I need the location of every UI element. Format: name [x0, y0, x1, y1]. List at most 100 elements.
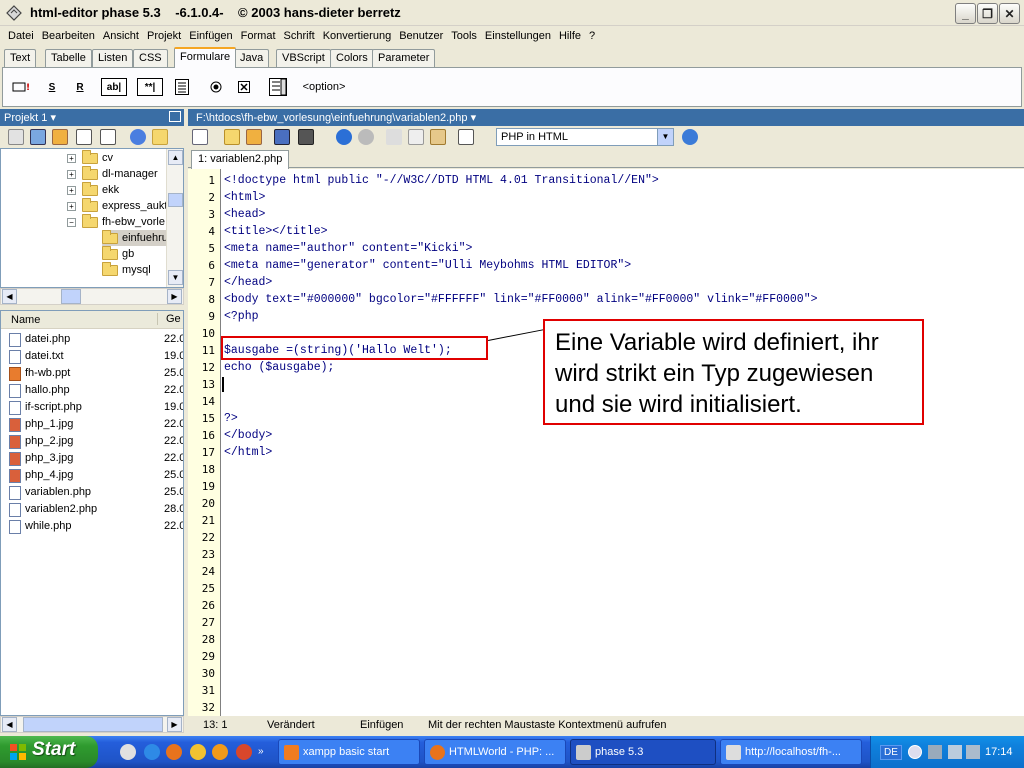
browser-preview-icon[interactable] — [682, 129, 698, 145]
text-field-icon[interactable]: ab| — [101, 78, 127, 96]
paste-icon[interactable] — [430, 129, 446, 145]
undo-icon[interactable] — [336, 129, 352, 145]
file-row[interactable]: variablen2.php 28.0 — [1, 501, 183, 518]
sitemap-icon[interactable] — [8, 129, 24, 145]
image-icon[interactable] — [30, 129, 46, 145]
file-tab-variablen2[interactable]: 1: variablen2.php — [191, 150, 290, 169]
file-row[interactable]: php_3.jpg 22.0 — [1, 450, 183, 467]
tree-item-einfuehrung[interactable]: einfuehru — [102, 229, 168, 246]
scroll-down-icon[interactable]: ▼ — [168, 270, 183, 285]
open-folder-icon[interactable] — [152, 129, 168, 145]
tab-vbscript[interactable]: VBScript — [276, 49, 331, 67]
task-htmlworld[interactable]: HTMLWorld - PHP: ... — [424, 739, 566, 765]
tab-parameter[interactable]: Parameter — [372, 49, 436, 67]
submit-button-icon[interactable]: S — [41, 78, 63, 96]
menu-projekt[interactable]: Projekt — [143, 30, 185, 42]
start-button[interactable]: Start — [0, 736, 98, 768]
tree-item-express-aukt[interactable]: + express_aukt — [67, 197, 167, 214]
cut-icon[interactable] — [386, 129, 402, 145]
tree-item-gb[interactable]: gb — [102, 245, 134, 262]
file-row[interactable]: variablen.php 25.0 — [1, 484, 183, 501]
tray-volume-icon[interactable] — [966, 745, 980, 759]
file-row[interactable]: fh-wb.ppt 25.0 — [1, 365, 183, 382]
properties-icon[interactable] — [76, 129, 92, 145]
tab-listen[interactable]: Listen — [92, 49, 134, 67]
menu-question[interactable]: ? — [585, 30, 599, 42]
save-icon[interactable] — [274, 129, 290, 145]
info-icon[interactable] — [130, 129, 146, 145]
quicklaunch-firefox-icon[interactable] — [166, 744, 182, 760]
collapse-icon[interactable]: − — [67, 217, 76, 227]
password-field-icon[interactable]: **| — [137, 78, 163, 96]
scroll-up-icon[interactable]: ▲ — [168, 150, 183, 165]
tab-text[interactable]: Text — [4, 49, 37, 67]
scroll-right-icon[interactable]: ▶ — [167, 717, 182, 732]
menu-hilfe[interactable]: Hilfe — [555, 30, 585, 42]
validate-icon[interactable] — [458, 129, 474, 145]
panel-pin-icon[interactable] — [169, 111, 181, 122]
select-list-icon[interactable] — [267, 78, 289, 96]
file-row[interactable]: hallo.php 22.0 — [1, 382, 183, 399]
minimize-button[interactable]: _ — [955, 3, 976, 24]
chevron-down-icon[interactable]: ▼ — [657, 129, 673, 145]
scroll-thumb[interactable] — [23, 717, 163, 732]
quicklaunch-pen-icon[interactable] — [190, 744, 206, 760]
open-file-icon[interactable] — [224, 129, 240, 145]
copy-icon[interactable] — [408, 129, 424, 145]
expand-icon[interactable]: + — [67, 185, 76, 195]
task-phase[interactable]: phase 5.3 — [570, 739, 716, 765]
menu-ansicht[interactable]: Ansicht — [99, 30, 143, 42]
tray-security-icon[interactable] — [948, 745, 962, 759]
expand-icon[interactable]: + — [67, 201, 76, 211]
tray-arrow-icon[interactable] — [908, 745, 922, 759]
project-panel-header[interactable]: Projekt 1 ▾ — [0, 109, 184, 126]
form-insert-icon[interactable]: ! — [11, 78, 33, 96]
option-tag-button[interactable]: <option> — [299, 78, 349, 96]
task-xampp[interactable]: xampp basic start — [278, 739, 420, 765]
tree-item-dl-manager[interactable]: + dl-manager — [67, 165, 158, 182]
textarea-icon[interactable] — [173, 78, 191, 96]
tree-item-fh-ebw[interactable]: − fh-ebw_vorle: — [67, 213, 168, 230]
tree-vertical-scrollbar[interactable]: ▲ ▼ — [166, 149, 183, 287]
language-indicator[interactable]: DE — [880, 745, 902, 760]
menu-benutzer[interactable]: Benutzer — [395, 30, 447, 42]
open-recent-icon[interactable] — [246, 129, 262, 145]
menu-einstellungen[interactable]: Einstellungen — [481, 30, 555, 42]
file-path-bar[interactable]: F:\htdocs\fh-ebw_vorlesung\einfuehrung\v… — [188, 109, 1024, 126]
quicklaunch-ie-icon[interactable] — [144, 744, 160, 760]
tree-horizontal-scrollbar[interactable]: ◀ ▶ — [0, 288, 184, 305]
radio-button-icon[interactable] — [207, 78, 225, 96]
file-row[interactable]: php_4.jpg 25.0 — [1, 467, 183, 484]
menu-bearbeiten[interactable]: Bearbeiten — [38, 30, 99, 42]
scroll-thumb[interactable] — [61, 289, 81, 304]
print-icon[interactable] — [298, 129, 314, 145]
tab-tabelle[interactable]: Tabelle — [45, 49, 92, 67]
upload-icon[interactable] — [100, 129, 116, 145]
tree-item-cv[interactable]: + cv — [67, 149, 113, 166]
menu-format[interactable]: Format — [237, 30, 280, 42]
scroll-thumb[interactable] — [168, 193, 183, 207]
file-row[interactable]: php_1.jpg 22.0 — [1, 416, 183, 433]
menu-tools[interactable]: Tools — [447, 30, 481, 42]
redo-icon[interactable] — [358, 129, 374, 145]
column-size[interactable]: Ge — [157, 313, 181, 325]
file-row[interactable]: while.php 22.0 — [1, 518, 183, 535]
new-file-icon[interactable] — [192, 129, 208, 145]
tray-network-icon[interactable] — [928, 745, 942, 759]
file-list-horizontal-scrollbar[interactable]: ◀ ▶ — [0, 716, 184, 733]
expand-icon[interactable]: + — [67, 153, 76, 163]
tab-java[interactable]: Java — [234, 49, 270, 67]
file-row[interactable]: php_2.jpg 22.0 — [1, 433, 183, 450]
tree-item-ekk[interactable]: + ekk — [67, 181, 119, 198]
checkbox-icon[interactable] — [235, 78, 253, 96]
menu-konvertierung[interactable]: Konvertierung — [319, 30, 396, 42]
menu-schrift[interactable]: Schrift — [280, 30, 319, 42]
tab-formulare[interactable]: Formulare — [174, 47, 237, 68]
scroll-left-icon[interactable]: ◀ — [2, 717, 17, 732]
task-localhost[interactable]: http://localhost/fh-... — [720, 739, 862, 765]
quicklaunch-media-icon[interactable] — [212, 744, 228, 760]
expand-icon[interactable]: + — [67, 169, 76, 179]
syntax-mode-select[interactable]: PHP in HTML ▼ — [496, 128, 674, 146]
reset-button-icon[interactable]: R — [69, 78, 91, 96]
file-row[interactable]: datei.php 22.0 — [1, 331, 183, 348]
